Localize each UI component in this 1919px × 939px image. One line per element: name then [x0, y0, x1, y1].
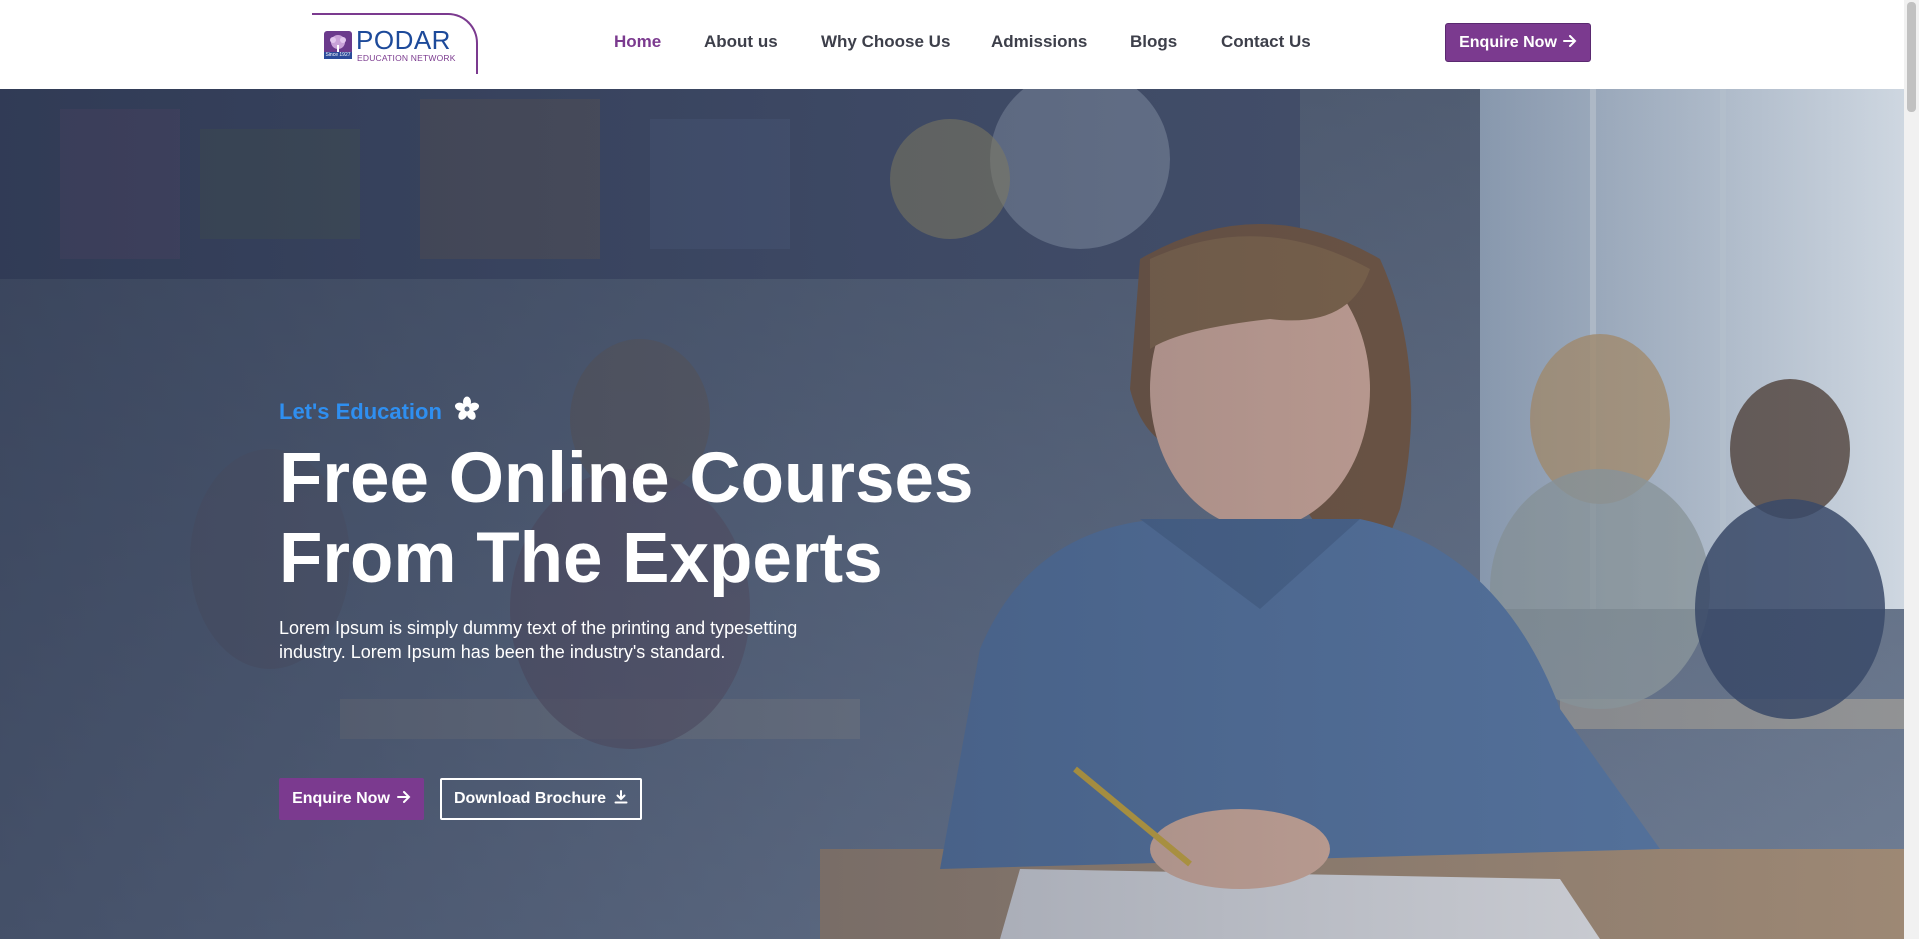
nav-item-why-choose-us[interactable]: Why Choose Us	[821, 32, 950, 52]
headline-line-2: From The Experts	[279, 519, 883, 598]
page-scrollbar[interactable]	[1904, 0, 1919, 939]
nav-item-contact-us[interactable]: Contact Us	[1221, 32, 1311, 52]
download-brochure-label: Download Brochure	[453, 790, 606, 807]
nav-item-admissions[interactable]: Admissions	[991, 32, 1087, 52]
nav-item-blogs[interactable]: Blogs	[1130, 32, 1177, 52]
nav-item-home[interactable]: Home	[614, 32, 661, 52]
download-brochure-button[interactable]: Download Brochure	[440, 778, 642, 820]
header-enquire-button[interactable]: Enquire Now	[1445, 23, 1591, 62]
download-icon	[614, 789, 628, 809]
brand-logo[interactable]: Since 1927 PODAR EDUCATION NETWORK	[312, 13, 478, 74]
brand-name: PODAR	[356, 25, 451, 55]
hero-enquire-label: Enquire Now	[292, 790, 390, 807]
hero-section: Let's Education Free Online Courses From…	[0, 89, 1904, 939]
header-enquire-label: Enquire Now	[1459, 33, 1557, 51]
tagline-text: Let's Education	[279, 398, 442, 424]
hero-tagline: Let's Education	[279, 396, 480, 427]
headline-line-1: Free Online Courses	[279, 439, 974, 518]
hero-headline: Free Online Courses From The Experts	[279, 439, 1039, 599]
since-badge: Since 1927	[324, 52, 352, 59]
nav-item-about-us[interactable]: About us	[704, 32, 778, 52]
arrow-right-icon	[396, 790, 411, 808]
scrollbar-thumb[interactable]	[1907, 2, 1916, 112]
site-header: Since 1927 PODAR EDUCATION NETWORK Home …	[0, 0, 1904, 89]
arrow-right-icon	[1562, 34, 1577, 52]
hero-enquire-button[interactable]: Enquire Now	[279, 778, 424, 820]
brand-subtitle: EDUCATION NETWORK	[357, 53, 456, 63]
flower-icon	[454, 396, 480, 427]
hero-description: Lorem Ipsum is simply dummy text of the …	[279, 618, 798, 662]
